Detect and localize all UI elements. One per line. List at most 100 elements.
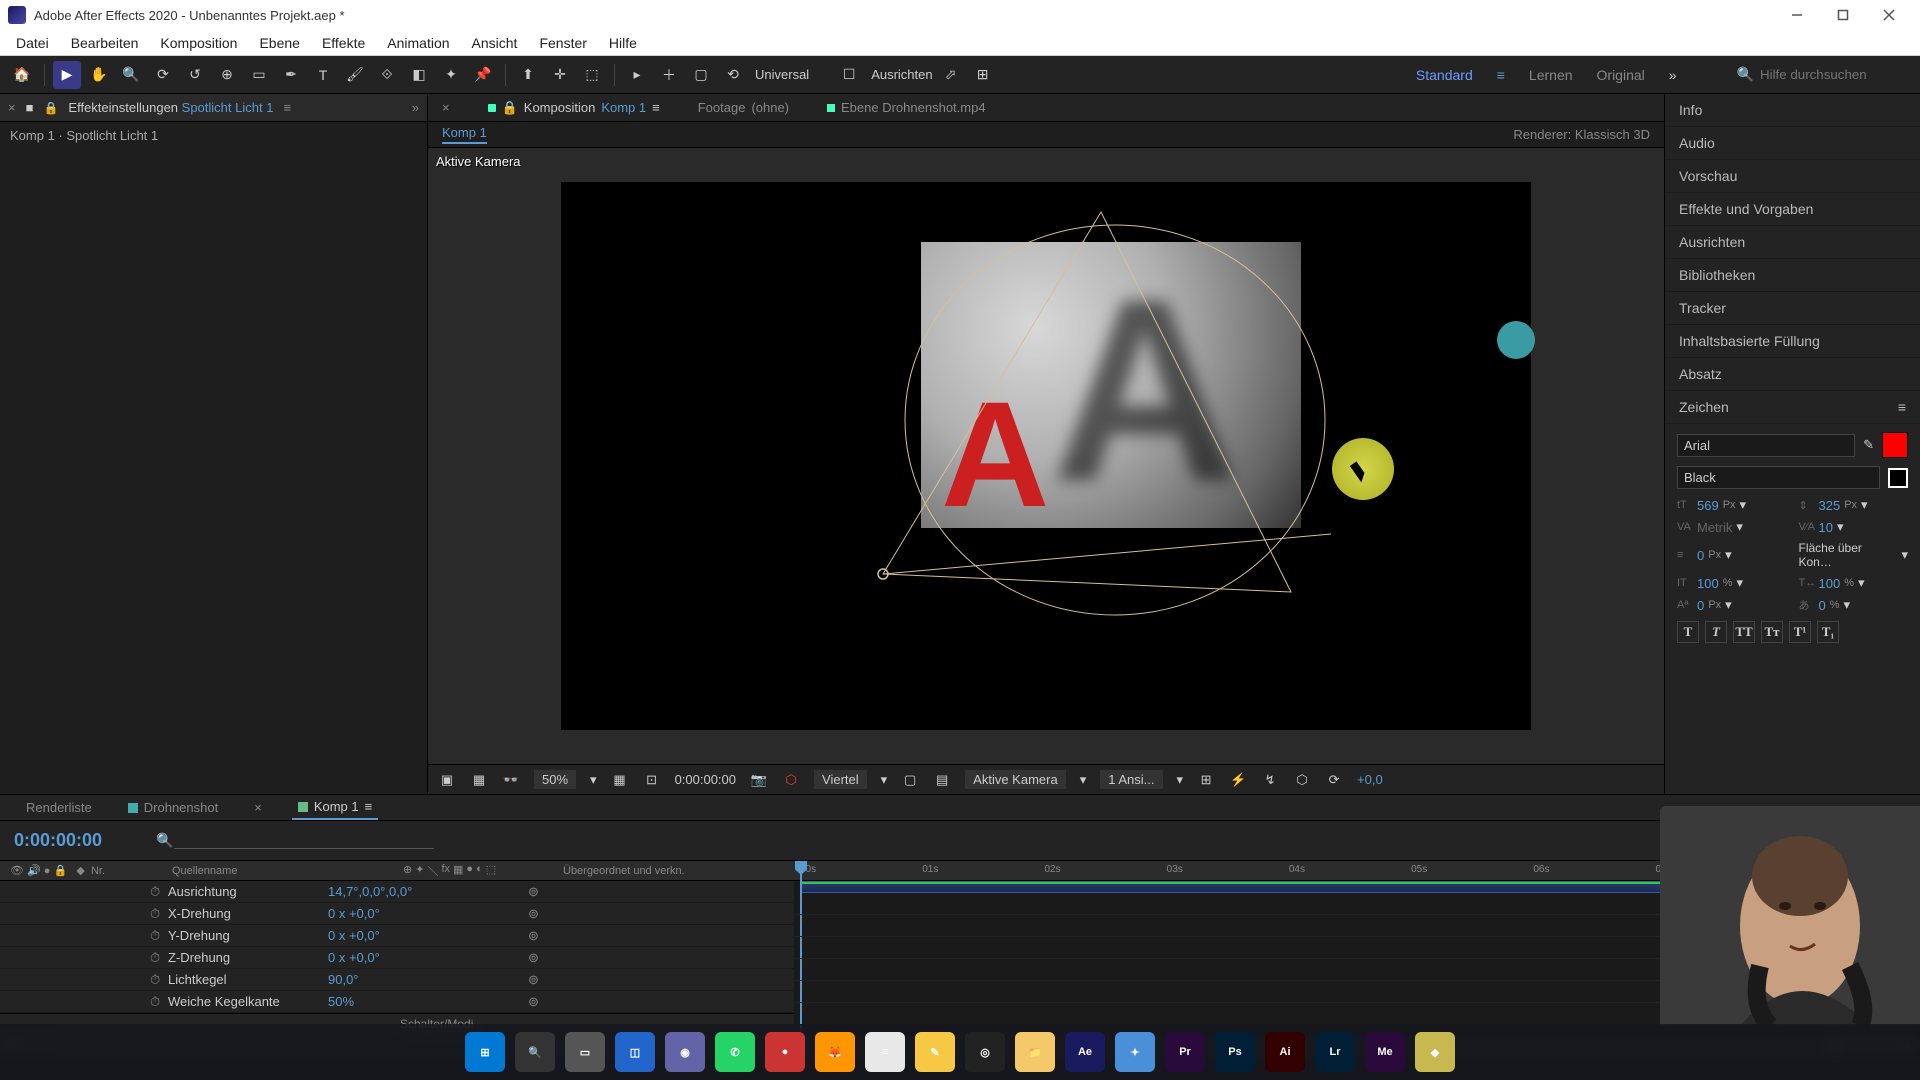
tab-drohnenshot[interactable]: Drohnenshot (122, 796, 224, 819)
expression-pickwhip-icon[interactable]: ⊚ (528, 928, 539, 944)
transparency-grid-icon[interactable]: ▦ (470, 771, 488, 789)
baseline-value[interactable]: 0 (1697, 598, 1704, 613)
workspace-standard[interactable]: Standard (1416, 67, 1473, 83)
tsume-value[interactable]: 0 (1819, 598, 1826, 613)
fill-over-stroke-select[interactable]: Fläche über Kon… (1799, 541, 1898, 569)
stopwatch-icon[interactable]: ⏱ (150, 928, 168, 944)
panel-options-icon[interactable]: ≡ (283, 100, 291, 115)
fast-previews-icon[interactable]: ⚡ (1229, 771, 1247, 789)
axis-world-icon[interactable]: ✛ (546, 61, 574, 89)
pen-tool-icon[interactable]: ✒ (277, 61, 305, 89)
property-row[interactable]: ⏱ Ausrichtung 14,7°,0,0°,0,0° ⊚ (0, 881, 794, 903)
panel-zeichen-menu-icon[interactable]: ≡ (1898, 399, 1906, 415)
taskbar-search[interactable]: 🔍 (515, 1032, 555, 1072)
lock-small-icon[interactable]: 🔒 (502, 100, 518, 116)
leading-value[interactable]: 325 (1819, 498, 1841, 513)
solo-col-icon[interactable]: ● (44, 865, 51, 877)
property-value[interactable]: 50% (328, 994, 508, 1009)
fill-color-swatch[interactable] (1882, 432, 1908, 458)
align-checkbox-icon[interactable]: ☐ (835, 61, 863, 89)
kerning-value[interactable]: Metrik (1697, 520, 1732, 535)
font-style-select[interactable]: Black (1677, 466, 1880, 489)
panel-expand-icon[interactable]: » (412, 100, 419, 115)
tracking-value[interactable]: 10 (1819, 520, 1833, 535)
col-source[interactable]: Quellenname (130, 865, 403, 877)
hand-tool-icon[interactable]: ✋ (85, 61, 113, 89)
roto-tool-icon[interactable]: ✦ (437, 61, 465, 89)
rect-icon[interactable]: ▢ (687, 61, 715, 89)
menu-ansicht[interactable]: Ansicht (462, 33, 528, 53)
menu-hilfe[interactable]: Hilfe (599, 33, 647, 53)
rotate-tool-icon[interactable]: ↺ (181, 61, 209, 89)
add-icon[interactable]: ＋ (655, 61, 683, 89)
taskbar-start[interactable]: ⊞ (465, 1032, 505, 1072)
property-value[interactable]: 0 x +0,0° (328, 906, 508, 921)
smallcaps-button[interactable]: Tᴛ (1761, 621, 1783, 643)
snapshot-icon[interactable]: 📷 (750, 771, 768, 789)
expression-pickwhip-icon[interactable]: ⊚ (528, 906, 539, 922)
taskbar-widgets[interactable]: ◫ (615, 1032, 655, 1072)
proportional-grid-icon[interactable]: ⊞ (969, 61, 997, 89)
eye-col-icon[interactable]: 👁 (10, 865, 24, 877)
stopwatch-icon[interactable]: ⏱ (150, 950, 168, 966)
views-dropdown[interactable]: 1 Ansi... (1100, 770, 1162, 789)
pixel-aspect-icon[interactable]: ⊞ (1197, 771, 1215, 789)
tab-renderliste[interactable]: Renderliste (20, 796, 98, 819)
panel-tracker[interactable]: Tracker (1665, 292, 1920, 325)
camera-dropdown[interactable]: Aktive Kamera (965, 770, 1066, 789)
taskbar-ps[interactable]: Ps (1215, 1032, 1255, 1072)
taskbar-app-w[interactable]: ≡ (865, 1032, 905, 1072)
panel-fill[interactable]: Inhaltsbasierte Füllung (1665, 325, 1920, 358)
layer-tab[interactable]: Ebene Drohnenshot.mp4 (821, 96, 992, 119)
taskbar-ae[interactable]: Ae (1065, 1032, 1105, 1072)
menu-animation[interactable]: Animation (377, 33, 459, 53)
panel-menu-icon[interactable]: ■ (26, 100, 34, 115)
puppet-tool-icon[interactable]: 📌 (469, 61, 497, 89)
keyframe-pin-icon[interactable]: I (800, 1003, 803, 1015)
col-parent[interactable]: Übergeordnet und verkn. (563, 865, 794, 877)
font-family-select[interactable]: Arial (1677, 434, 1855, 457)
menu-datei[interactable]: Datei (6, 33, 59, 53)
always-preview-icon[interactable]: ▣ (438, 771, 456, 789)
allcaps-button[interactable]: TT (1733, 621, 1755, 643)
close-button[interactable] (1866, 0, 1912, 30)
taskbar-app-red[interactable]: ● (765, 1032, 805, 1072)
panel-absatz[interactable]: Absatz (1665, 358, 1920, 391)
property-row[interactable]: ⏱ X-Drehung 0 x +0,0° ⊚ (0, 903, 794, 925)
taskbar-whatsapp[interactable]: ✆ (715, 1032, 755, 1072)
keyframe-pin-icon[interactable]: I (800, 981, 803, 993)
composition-viewport[interactable]: Aktive Kamera A (428, 148, 1664, 764)
eyedropper-icon[interactable]: ✎ (1863, 437, 1874, 453)
guides-icon[interactable]: ⊡ (643, 771, 661, 789)
menu-fenster[interactable]: Fenster (529, 33, 596, 53)
taskbar-lr[interactable]: Lr (1315, 1032, 1355, 1072)
timeline-icon[interactable]: ↯ (1261, 771, 1279, 789)
effect-controls-tab[interactable]: Effekteinstellungen Spotlicht Licht 1 (68, 100, 273, 115)
hscale-value[interactable]: 100 (1819, 576, 1841, 591)
expression-pickwhip-icon[interactable]: ⊚ (528, 972, 539, 988)
taskbar-app-y[interactable]: ◆ (1415, 1032, 1455, 1072)
close-tab-icon[interactable]: × (8, 100, 16, 115)
exposure-value[interactable]: +0,0 (1357, 772, 1383, 787)
flowchart-icon[interactable]: ⬡ (1293, 771, 1311, 789)
taskbar-firefox[interactable]: 🦊 (815, 1032, 855, 1072)
timeline-search-input[interactable] (174, 833, 434, 849)
property-value[interactable]: 0 x +0,0° (328, 928, 508, 943)
orbit-tool-icon[interactable]: ⟳ (149, 61, 177, 89)
timeline-timecode[interactable]: 0:00:00:00 (0, 830, 116, 851)
selection-tool-icon[interactable]: ▶ (53, 61, 81, 89)
taskbar-pr[interactable]: Pr (1165, 1032, 1205, 1072)
property-value[interactable]: 14,7°,0,0°,0,0° (328, 884, 508, 899)
menu-bearbeiten[interactable]: Bearbeiten (61, 33, 149, 53)
mask-icon[interactable]: 👓 (502, 771, 520, 789)
taskbar-ai[interactable]: Ai (1265, 1032, 1305, 1072)
toggle-alpha-icon[interactable]: ▤ (933, 771, 951, 789)
stroke-color-swatch[interactable] (1888, 468, 1908, 488)
eraser-tool-icon[interactable]: ◧ (405, 61, 433, 89)
snap-pixel-icon[interactable]: ⬀ (937, 61, 965, 89)
selector-icon[interactable]: ▸ (623, 61, 651, 89)
taskbar-app-blue[interactable]: ✦ (1115, 1032, 1155, 1072)
property-value[interactable]: 0 x +0,0° (328, 950, 508, 965)
label-col-icon[interactable]: ◆ (76, 865, 84, 877)
brush-tool-icon[interactable]: 🖌 (341, 61, 369, 89)
